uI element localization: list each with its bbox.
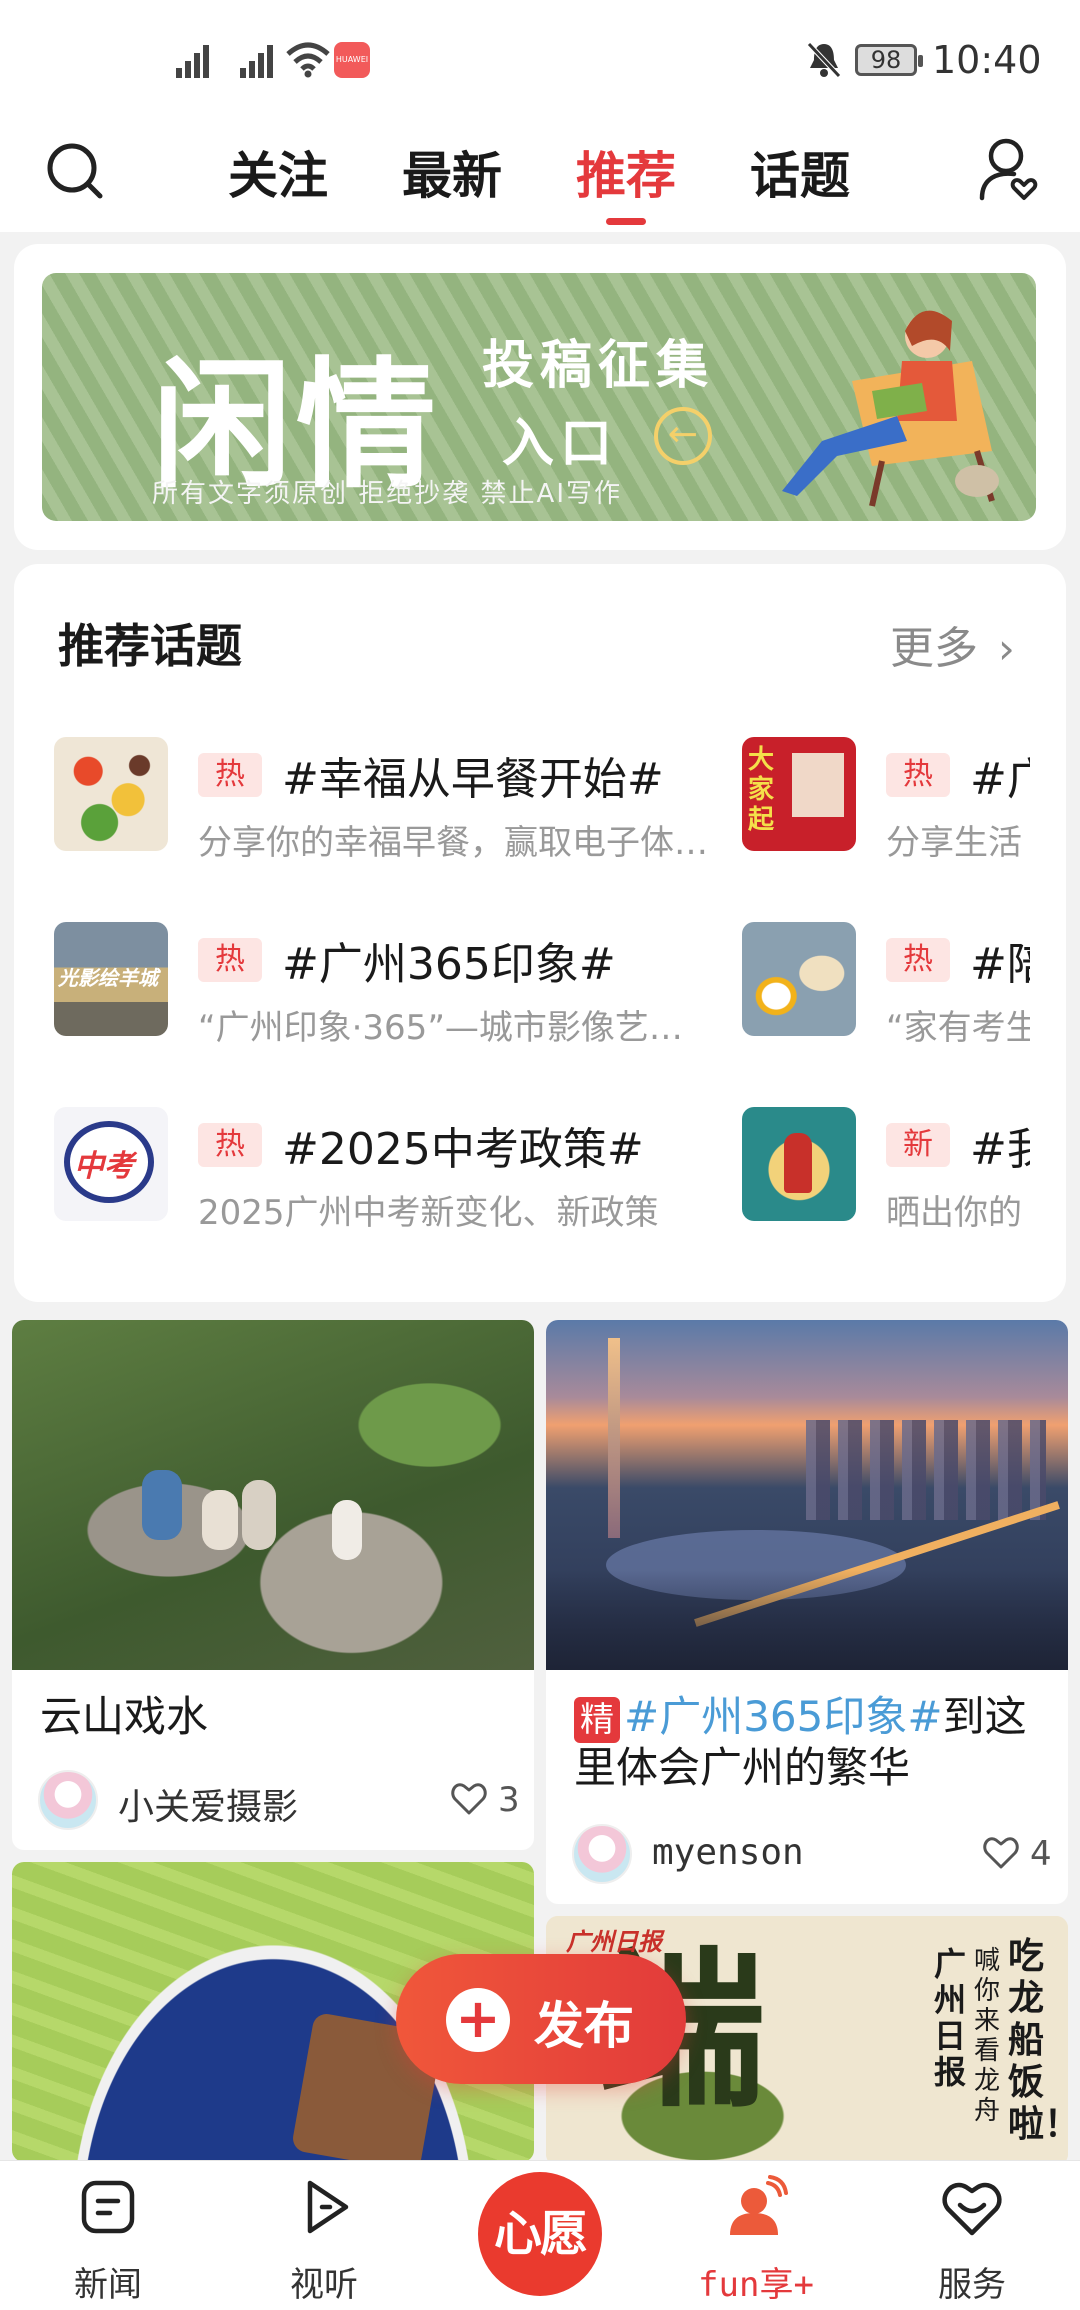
tab-recommend[interactable]: 推荐 [576, 136, 676, 208]
topic-thumbnail [742, 1107, 856, 1221]
battery-indicator: 98 [855, 44, 923, 76]
hot-badge: 热 [886, 938, 950, 982]
hot-badge: 热 [198, 938, 262, 982]
topic-title: #2025中考政策# [282, 1124, 644, 1175]
topic-description: 分享你的幸福早餐，赢取电子体… [198, 823, 708, 863]
plus-icon: + [446, 1988, 510, 2052]
active-tab-indicator [606, 218, 646, 225]
new-badge: 新 [886, 1123, 950, 1167]
topic-item[interactable]: 大家起 热 #广 分享生活 [742, 737, 1030, 863]
topic-title: #广 [970, 754, 1030, 805]
like-count: 3 [498, 1780, 520, 1820]
feed-card[interactable]: 精 #广州365印象#到这里体会广州的繁华 myenson 4 [546, 1320, 1068, 1904]
topic-thumbnail: 大家起 [742, 737, 856, 851]
tab-follow[interactable]: 关注 [228, 136, 328, 208]
wifi-icon [286, 42, 330, 78]
nav-label: 视听 [290, 2265, 358, 2305]
more-label: 更多 [890, 623, 978, 674]
nav-fun[interactable]: fun享+ [666, 2161, 846, 2310]
author-name[interactable]: 小关爱摄影 [118, 1778, 298, 1830]
reading-woman-illustration [782, 310, 999, 507]
mute-bell-icon [807, 42, 841, 78]
topic-title: #我 [970, 1124, 1030, 1175]
topic-description: 2025广州中考新变化、新政策 [198, 1193, 659, 1233]
topic-item[interactable]: 光影绘羊城 热 #广州365印象# “广州印象·365”—城市影像艺… [54, 922, 724, 1048]
topic-thumbnail [54, 737, 168, 851]
chevron-right-icon: › [998, 624, 1015, 673]
newspaper-logo: 广州日报 [566, 1928, 662, 1956]
nav-news[interactable]: 新闻 [18, 2161, 198, 2310]
more-topics-link[interactable]: 更多 › [890, 612, 1015, 676]
topic-description: 分享生活 [886, 823, 1022, 863]
heart-icon[interactable] [450, 1780, 488, 1816]
like-count: 4 [1030, 1834, 1052, 1874]
avatar[interactable] [572, 1824, 632, 1884]
wish-button[interactable]: 心愿 [478, 2172, 602, 2296]
topic-item[interactable]: 新 #我 晒出你的 [742, 1107, 1030, 1233]
tab-topics[interactable]: 话题 [750, 136, 850, 208]
news-icon [81, 2180, 135, 2234]
user-wave-icon [730, 2175, 788, 2235]
tab-latest[interactable]: 最新 [402, 136, 502, 208]
topic-item[interactable]: 热 #陪 “家有考生 [742, 922, 1030, 1048]
overlay-vertical-text: 广州日报 [934, 1945, 967, 2091]
topic-thumbnail: 光影绘羊城 [54, 922, 168, 1036]
hot-badge: 热 [886, 753, 950, 797]
topic-item[interactable]: 中考 热 #2025中考政策# 2025广州中考新变化、新政策 [54, 1107, 724, 1233]
topic-thumbnail [742, 922, 856, 1036]
banner-subtitle: 投稿征集 [482, 336, 715, 396]
nav-media[interactable]: 视听 [234, 2161, 414, 2310]
submission-banner[interactable]: 闲情 投稿征集 入口 ← 所有文字须原创 拒绝抄袭 禁止AI写作 [42, 273, 1036, 521]
post-title: 云山戏水 [40, 1692, 209, 1741]
heart-smile-icon [942, 2182, 1002, 2236]
signal-strength-icon [176, 42, 216, 78]
post-hashtag[interactable]: #广州365印象# [624, 1692, 943, 1741]
banner-note: 所有文字须原创 拒绝抄袭 禁止AI写作 [152, 479, 622, 509]
arrow-left-icon: ← [654, 407, 712, 465]
play-icon [307, 2180, 349, 2234]
feed-card[interactable]: 云山戏水 小关爱摄影 3 [12, 1320, 534, 1850]
publish-button[interactable]: + 发布 [396, 1954, 686, 2084]
nav-label: 新闻 [74, 2265, 142, 2305]
huawei-app-badge-icon: HUAWEI [334, 42, 370, 78]
nav-label: 服务 [938, 2265, 1006, 2305]
post-title: 精 #广州365印象#到这里体会广州的繁华 [574, 1692, 1054, 1793]
status-bar: HUAWEI 98 10:40 [0, 0, 1080, 120]
topic-title: #幸福从早餐开始# [282, 754, 664, 805]
clock: 10:40 [932, 38, 1042, 82]
publish-label: 发布 [534, 1997, 634, 2055]
topic-description: “家有考生 [886, 1008, 1030, 1048]
topic-item[interactable]: 热 #幸福从早餐开始# 分享你的幸福早餐，赢取电子体… [54, 737, 724, 863]
topic-title: #广州365印象# [282, 939, 616, 990]
overlay-small-text: 喊你来看龙舟 [974, 1946, 1001, 2126]
topic-thumbnail: 中考 [54, 1107, 168, 1221]
user-favorite-icon[interactable] [978, 136, 1042, 206]
signal-strength-icon [240, 42, 280, 78]
section-title: 推荐话题 [58, 619, 242, 673]
search-icon[interactable] [44, 140, 106, 202]
topics-right-column: 大家起 热 #广 分享生活 热 #陪 “家有考生 新 #我 晒出你的 [720, 720, 1030, 1240]
topic-title: #陪 [970, 939, 1030, 990]
overlay-side-text: 吃龙船饭啦！ [1008, 1936, 1068, 2145]
nav-services[interactable]: 服务 [882, 2161, 1062, 2310]
topic-description: 晒出你的 [886, 1193, 1022, 1233]
author-name[interactable]: myenson [652, 1832, 804, 1873]
post-photo [12, 1320, 534, 1670]
hot-badge: 热 [198, 753, 262, 797]
featured-badge: 精 [574, 1697, 620, 1743]
nav-label: fun享+ [698, 2265, 814, 2305]
topic-description: “广州印象·365”—城市影像艺… [198, 1008, 683, 1048]
hot-badge: 热 [198, 1123, 262, 1167]
avatar[interactable] [38, 1770, 98, 1830]
top-navigation: 关注 最新 推荐 话题 [0, 120, 1080, 232]
post-photo [546, 1320, 1068, 1670]
heart-icon[interactable] [982, 1834, 1020, 1870]
banner-subtitle-entry: 入口 [502, 414, 619, 474]
